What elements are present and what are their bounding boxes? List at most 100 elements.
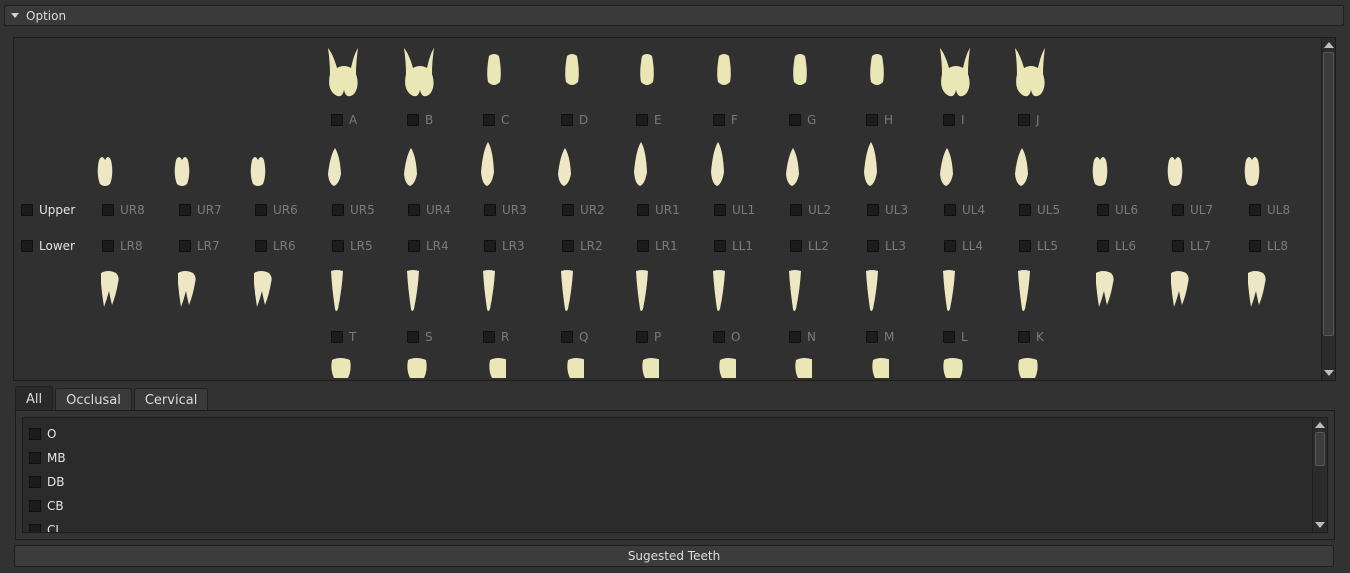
check-UL8-box[interactable] [1249,204,1261,216]
check-UR5-box[interactable] [332,204,344,216]
check-UL6-box[interactable] [1097,204,1109,216]
check-LR5-box[interactable] [332,240,344,252]
check-LR7-box[interactable] [179,240,191,252]
check-Q-box[interactable] [561,331,573,343]
check-E[interactable]: E [636,113,662,127]
check-LR2[interactable]: LR2 [562,239,603,253]
suggested-teeth-button[interactable]: Sugested Teeth [14,545,1334,567]
check-UL6[interactable]: UL6 [1097,203,1138,217]
check-C[interactable]: C [483,113,509,127]
check-LR3[interactable]: LR3 [484,239,525,253]
check-H-box[interactable] [866,114,878,126]
check-J[interactable]: J [1018,113,1040,127]
surface-item-db[interactable]: DB [29,475,64,489]
check-G-box[interactable] [789,114,801,126]
surface-checkbox[interactable] [29,476,41,488]
surface-item-cl[interactable]: CL [29,523,62,532]
check-UR5[interactable]: UR5 [332,203,375,217]
surface-list-scrollbar[interactable] [1312,418,1327,532]
check-UL1[interactable]: UL1 [714,203,755,217]
check-UR6-box[interactable] [255,204,267,216]
check-LL2-box[interactable] [790,240,802,252]
check-LL6-box[interactable] [1097,240,1109,252]
check-K[interactable]: K [1018,330,1044,344]
check-LL5[interactable]: LL5 [1019,239,1058,253]
check-LR7[interactable]: LR7 [179,239,220,253]
check-upper-row[interactable]: Upper [21,203,75,217]
check-O[interactable]: O [713,330,740,344]
check-UL3[interactable]: UL3 [867,203,908,217]
check-F-box[interactable] [713,114,725,126]
check-T[interactable]: T [331,330,356,344]
scroll-thumb[interactable] [1323,52,1334,336]
check-K-box[interactable] [1018,331,1030,343]
check-Q[interactable]: Q [561,330,588,344]
scroll-up-icon[interactable] [1315,422,1325,428]
check-LR8-box[interactable] [102,240,114,252]
check-UL1-box[interactable] [714,204,726,216]
check-LR8[interactable]: LR8 [102,239,143,253]
check-R[interactable]: R [483,330,509,344]
check-LR1[interactable]: LR1 [637,239,678,253]
scroll-down-icon[interactable] [1324,370,1334,376]
check-LR6-box[interactable] [255,240,267,252]
check-H[interactable]: H [866,113,893,127]
check-LL4-box[interactable] [944,240,956,252]
check-UR4[interactable]: UR4 [408,203,451,217]
check-UL4[interactable]: UL4 [944,203,985,217]
check-R-box[interactable] [483,331,495,343]
surface-item-cb[interactable]: CB [29,499,64,513]
surface-item-o[interactable]: O [29,427,56,441]
check-UR1-box[interactable] [637,204,649,216]
check-UR3-box[interactable] [484,204,496,216]
tab-occlusal[interactable]: Occlusal [55,388,132,411]
check-J-box[interactable] [1018,114,1030,126]
check-F[interactable]: F [713,113,738,127]
check-UR7[interactable]: UR7 [179,203,222,217]
check-LL2[interactable]: LL2 [790,239,829,253]
check-N[interactable]: N [789,330,816,344]
check-LR6[interactable]: LR6 [255,239,296,253]
check-G[interactable]: G [789,113,816,127]
check-LR1-box[interactable] [637,240,649,252]
scroll-thumb[interactable] [1315,432,1325,466]
check-P[interactable]: P [636,330,661,344]
check-T-box[interactable] [331,331,343,343]
surface-checkbox[interactable] [29,524,41,532]
check-S[interactable]: S [407,330,433,344]
check-LL3-box[interactable] [867,240,879,252]
check-UL4-box[interactable] [944,204,956,216]
check-LL8-box[interactable] [1249,240,1261,252]
option-section-header[interactable]: Option [4,5,1344,26]
check-LR4-box[interactable] [408,240,420,252]
check-UR8[interactable]: UR8 [102,203,145,217]
check-UR6[interactable]: UR6 [255,203,298,217]
check-UR1[interactable]: UR1 [637,203,680,217]
chart-vertical-scrollbar[interactable] [1321,38,1335,380]
check-upper-row-box[interactable] [21,204,33,216]
check-I-box[interactable] [943,114,955,126]
check-D-box[interactable] [561,114,573,126]
scroll-up-icon[interactable] [1324,42,1334,48]
check-UL8[interactable]: UL8 [1249,203,1290,217]
check-LL3[interactable]: LL3 [867,239,906,253]
check-O-box[interactable] [713,331,725,343]
check-M[interactable]: M [866,330,894,344]
check-LR2-box[interactable] [562,240,574,252]
check-LR3-box[interactable] [484,240,496,252]
check-lower-row-box[interactable] [21,240,33,252]
check-C-box[interactable] [483,114,495,126]
surface-checkbox[interactable] [29,500,41,512]
check-A[interactable]: A [331,113,357,127]
check-LL6[interactable]: LL6 [1097,239,1136,253]
check-UR7-box[interactable] [179,204,191,216]
check-UL7[interactable]: UL7 [1172,203,1213,217]
check-E-box[interactable] [636,114,648,126]
check-UL5-box[interactable] [1019,204,1031,216]
surface-checkbox[interactable] [29,428,41,440]
tab-all[interactable]: All [15,386,54,411]
check-LL7-box[interactable] [1172,240,1184,252]
scroll-down-icon[interactable] [1315,522,1325,528]
check-N-box[interactable] [789,331,801,343]
check-LR4[interactable]: LR4 [408,239,449,253]
